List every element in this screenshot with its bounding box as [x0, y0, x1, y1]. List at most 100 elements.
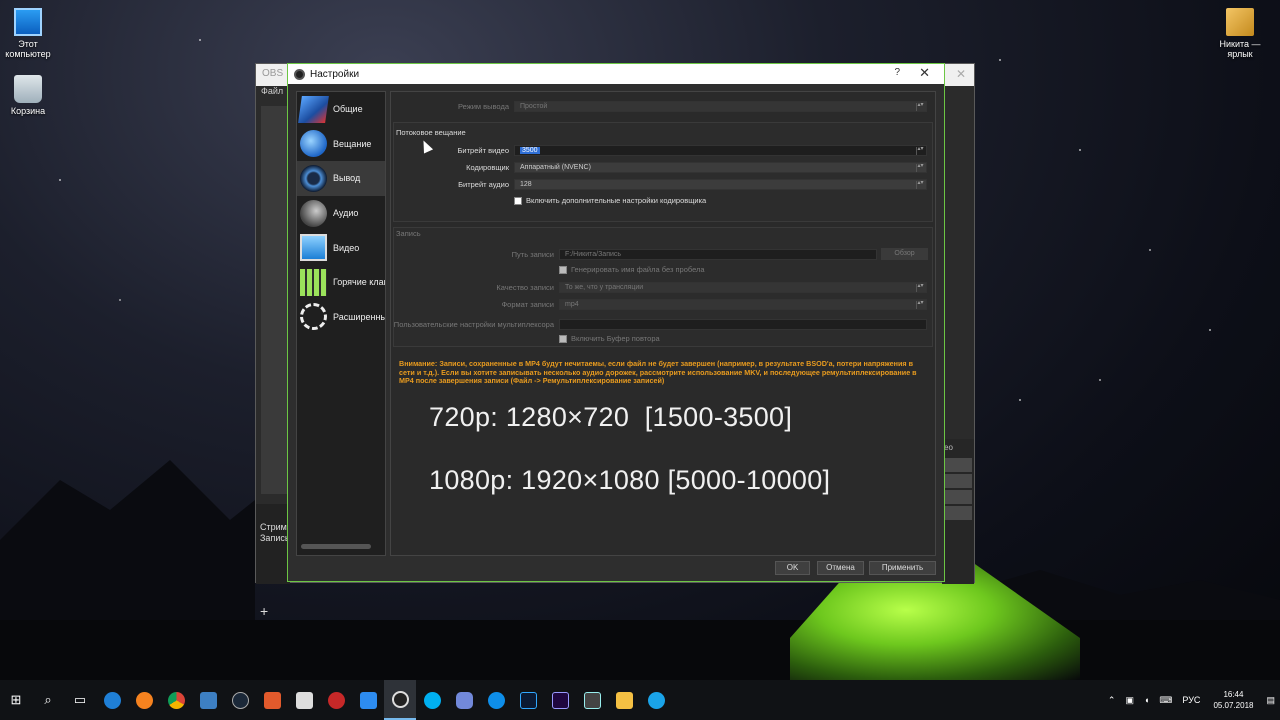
app-icon[interactable]: [640, 680, 672, 720]
folder-icon[interactable]: [288, 680, 320, 720]
explorer-icon[interactable]: [608, 680, 640, 720]
spinner-icon[interactable]: ▴▾: [916, 146, 924, 155]
output-mode-row: Режим вывода Простой ▴▾: [391, 101, 927, 112]
audio-bitrate-select[interactable]: 128 ▴▾: [514, 179, 927, 190]
preview-area: [261, 106, 287, 494]
muxer-input[interactable]: [559, 319, 927, 330]
settings-content: Режим вывода Простой ▴▾ Потоковое вещание…: [390, 91, 936, 556]
ok-button[interactable]: OK: [775, 561, 810, 575]
shortcut-icon: [1226, 8, 1254, 36]
control-button[interactable]: [944, 458, 972, 472]
advanced-encoder-checkbox[interactable]: [514, 196, 522, 205]
desktop-icon-shortcut[interactable]: Никита — ярлык: [1212, 8, 1268, 59]
system-tray: ⌃ ▣ ◖ ⌨ РУС 16:44 05.07.2018 ▤: [1103, 680, 1280, 720]
language-indicator[interactable]: РУС: [1182, 695, 1200, 705]
volume-icon[interactable]: ◖: [1144, 695, 1149, 705]
help-button[interactable]: ?: [894, 67, 900, 78]
encoder-row: Кодировщик Аппаратный (NVENC) ▴▾: [391, 162, 927, 173]
game-icon[interactable]: [320, 680, 352, 720]
recording-group-title: Запись: [396, 229, 421, 238]
close-button[interactable]: ✕: [919, 65, 930, 81]
clock[interactable]: 16:44 05.07.2018: [1213, 689, 1253, 711]
settings-dialog: Настройки ? ✕ Общие Вещание Вывод Аудио …: [287, 63, 945, 582]
record-path-row: Путь записи F:/Никита/Запись Обзор: [391, 248, 928, 260]
apply-button[interactable]: Применить: [869, 561, 936, 575]
video-bitrate-row: Битрейт видео 3500 ▴▾: [391, 145, 927, 156]
sidebar-item-general[interactable]: Общие: [297, 92, 385, 127]
control-button[interactable]: [944, 506, 972, 520]
menu-file[interactable]: Файл: [261, 86, 283, 96]
after-effects-icon[interactable]: [544, 680, 576, 720]
sidebar-item-stream[interactable]: Вещание: [297, 127, 385, 162]
desktop-icon-recycle-bin[interactable]: Корзина: [0, 75, 56, 116]
cancel-button[interactable]: Отмена: [817, 561, 864, 575]
control-button[interactable]: [944, 474, 972, 488]
obs-icon[interactable]: [384, 680, 416, 720]
dropdown-arrow-icon: ▴▾: [916, 283, 924, 292]
no-space-row: Генерировать имя файла без пробела: [559, 265, 705, 274]
audio-bitrate-row: Битрейт аудио 128 ▴▾: [391, 179, 927, 190]
add-icon[interactable]: +: [260, 604, 286, 618]
muxer-row: Пользовательские настройки мультиплексор…: [391, 319, 927, 330]
sidebar-item-output[interactable]: Вывод: [297, 161, 385, 196]
computer-icon: [14, 8, 42, 36]
sidebar-item-audio[interactable]: Аудио: [297, 196, 385, 231]
record-quality-select[interactable]: То же, что у трансляции ▴▾: [559, 282, 927, 293]
browse-button[interactable]: Обзор: [881, 248, 928, 260]
dropdown-arrow-icon: ▴▾: [916, 300, 924, 309]
chat-icon[interactable]: [352, 680, 384, 720]
sidebar-scrollbar[interactable]: [301, 544, 371, 549]
output-mode-select[interactable]: Простой ▴▾: [514, 101, 927, 112]
obs-logo-icon: [294, 68, 305, 80]
advanced-icon: [300, 303, 327, 331]
video-icon: [300, 234, 327, 262]
app-icon[interactable]: [256, 680, 288, 720]
replay-buffer-checkbox[interactable]: [559, 334, 567, 343]
video-bitrate-input[interactable]: 3500 ▴▾: [514, 145, 927, 156]
start-icon[interactable]: ⊞: [0, 680, 32, 720]
video-editor-icon[interactable]: [576, 680, 608, 720]
sidebar-item-video[interactable]: Видео: [297, 230, 385, 265]
keyboard-icon[interactable]: ⌨: [1159, 695, 1172, 706]
streaming-group-title: Потоковое вещание: [396, 128, 466, 137]
chevron-up-icon[interactable]: ⌃: [1108, 695, 1116, 706]
output-icon: [300, 164, 327, 192]
overlay-text-720p: 720p: 1280×720 [1500-3500]: [429, 402, 793, 432]
settings-titlebar: Настройки ? ✕: [288, 64, 944, 84]
record-quality-row: Качество записи То же, что у трансляции ▴…: [391, 282, 927, 293]
record-path-input[interactable]: F:/Никита/Запись: [559, 248, 877, 260]
panel-record-label: Запись: [260, 533, 290, 543]
close-icon[interactable]: ✕: [956, 67, 966, 81]
edge-icon[interactable]: [96, 680, 128, 720]
dropdown-arrow-icon: ▴▾: [916, 163, 924, 172]
control-button[interactable]: [944, 490, 972, 504]
recycle-bin-icon: [14, 75, 42, 103]
steam-icon[interactable]: [224, 680, 256, 720]
panel-stream-label: Стрим: [260, 522, 287, 532]
mp4-warning-text: Внимание: Записи, сохраненные в MP4 буду…: [399, 359, 917, 385]
skype-icon[interactable]: [416, 680, 448, 720]
search-icon[interactable]: ⌕: [32, 680, 64, 720]
sidebar-item-advanced[interactable]: Расширенные: [297, 300, 385, 335]
photoshop-icon[interactable]: [512, 680, 544, 720]
sidebar-item-hotkeys[interactable]: Горячие клави: [297, 265, 385, 300]
app-icon[interactable]: [192, 680, 224, 720]
network-icon[interactable]: ▣: [1125, 695, 1134, 706]
desktop-icon-this-pc[interactable]: Этот компьютер: [0, 8, 56, 59]
notifications-icon[interactable]: ▤: [1266, 695, 1275, 706]
discord-icon[interactable]: [448, 680, 480, 720]
record-format-select[interactable]: mp4 ▴▾: [559, 299, 927, 310]
chrome-icon[interactable]: [160, 680, 192, 720]
overlay-text-1080p: 1080p: 1920×1080 [5000-10000]: [429, 465, 831, 495]
firefox-icon[interactable]: [128, 680, 160, 720]
task-view-icon[interactable]: ▭: [64, 680, 96, 720]
controls-panel: ео: [942, 439, 974, 584]
taskbar: ⊞ ⌕ ▭ ⌃ ▣ ◖ ⌨ РУС 16:44 05.07.2018 ▤: [0, 680, 1280, 720]
no-space-checkbox[interactable]: [559, 265, 567, 274]
controls-label: ео: [944, 443, 953, 452]
record-format-row: Формат записи mp4 ▴▾: [391, 299, 927, 310]
advanced-encoder-row: Включить дополнительные настройки кодиро…: [514, 196, 706, 205]
encoder-select[interactable]: Аппаратный (NVENC) ▴▾: [514, 162, 927, 173]
settings-sidebar: Общие Вещание Вывод Аудио Видео Горячие …: [296, 91, 386, 556]
teamviewer-icon[interactable]: [480, 680, 512, 720]
